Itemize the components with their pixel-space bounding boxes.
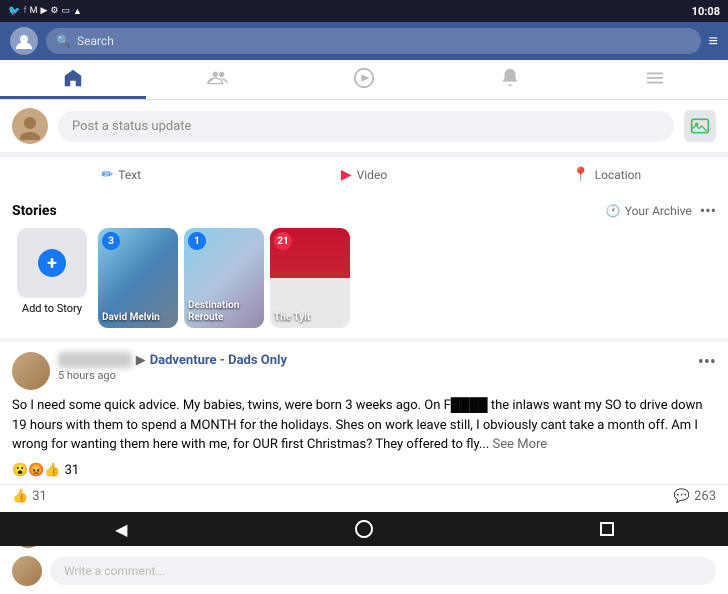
nav-bar: 🔍 Search ≡ — [0, 22, 728, 60]
add-story-circle: + — [17, 228, 87, 298]
post-box: Post a status update — [0, 100, 728, 152]
gmail-icon: M — [30, 6, 38, 16]
story-badge-1: 3 — [102, 232, 120, 250]
youtube-icon: ▶ — [40, 6, 47, 16]
post-stats: 👍 31 💬 263 — [0, 484, 728, 508]
post-arrow: ▶ — [136, 353, 146, 368]
post-header: ████████ ▶ Dadventure - Dads Only 5 hour… — [0, 342, 728, 396]
text-action[interactable]: ✏ Text — [0, 161, 243, 189]
bottom-nav: ◀ — [0, 512, 728, 546]
like-stat[interactable]: 👍 31 — [12, 489, 47, 504]
stories-archive[interactable]: 🕐 Your Archive — [606, 204, 692, 218]
post-username-row: ████████ ▶ Dadventure - Dads Only — [58, 352, 287, 368]
tab-watch[interactable] — [291, 60, 437, 99]
tab-home[interactable] — [0, 60, 146, 99]
reaction-count: 31 — [65, 463, 80, 478]
comment-input-row: Write a comment... — [12, 556, 716, 586]
post-text: So I need some quick advice. My babies, … — [0, 396, 728, 463]
tab-friends[interactable] — [146, 60, 292, 99]
twitter-icon: 🐦 — [8, 6, 20, 17]
facebook-icon: f — [23, 6, 26, 16]
recents-square-icon — [600, 522, 614, 536]
status-time: 10:08 — [692, 5, 720, 18]
location-icon: 📍 — [572, 167, 589, 183]
archive-label: Your Archive — [625, 204, 692, 218]
comment-input-avatar — [12, 556, 42, 586]
story-badge-3: 21 — [274, 232, 292, 250]
menu-icon[interactable]: ≡ — [709, 31, 718, 51]
like-icon: 👍 — [12, 489, 28, 504]
story-david-melvin[interactable]: 3 David Melvin — [98, 228, 178, 328]
nav-avatar[interactable] — [10, 27, 38, 55]
video-icon: ▶ — [341, 167, 352, 183]
tab-notifications[interactable] — [437, 60, 583, 99]
post-input[interactable]: Post a status update — [58, 111, 674, 142]
post-username: ████████ — [58, 352, 132, 368]
story-the-tylt[interactable]: 21 The Tylt — [270, 228, 350, 328]
stories-more-icon[interactable]: ••• — [700, 201, 716, 220]
story-badge-2: 1 — [188, 232, 206, 250]
text-label: Text — [118, 168, 141, 182]
search-icon: 🔍 — [56, 34, 71, 48]
video-action[interactable]: ▶ Video — [243, 161, 486, 189]
post-user-info: ████████ ▶ Dadventure - Dads Only 5 hour… — [58, 352, 287, 382]
story-label-1: David Melvin — [102, 312, 160, 324]
like-count: 31 — [32, 489, 47, 504]
post-group[interactable]: Dadventure - Dads Only — [150, 353, 287, 368]
add-story-label: Add to Story — [22, 302, 82, 315]
stories-row: + Add to Story 3 David Melvin 1 Destinat… — [0, 224, 728, 338]
story-destination-reroute[interactable]: 1 Destination Reroute — [184, 228, 264, 328]
monitor-icon: ▭ — [61, 6, 70, 16]
back-icon: ◀ — [115, 520, 127, 539]
stories-header: Stories 🕐 Your Archive ••• — [0, 193, 728, 224]
post-avatar — [12, 108, 48, 144]
post-actions: ✏ Text ▶ Video 📍 Location — [0, 156, 728, 193]
settings-icon: ⚙ — [50, 6, 58, 16]
tab-bar — [0, 60, 728, 100]
home-button[interactable] — [349, 519, 379, 539]
status-bar: 🐦 f M ▶ ⚙ ▭ ▲ 10:08 — [0, 0, 728, 22]
recents-button[interactable] — [592, 519, 622, 539]
video-label: Video — [357, 168, 388, 182]
search-bar[interactable]: 🔍 Search — [46, 28, 701, 54]
see-more-link[interactable]: See More — [492, 437, 547, 452]
comment-input[interactable]: Write a comment... — [50, 557, 716, 585]
reaction-emojis: 😮😡👍 — [12, 463, 61, 478]
post-more-icon[interactable]: ••• — [698, 352, 716, 373]
back-button[interactable]: ◀ — [106, 519, 136, 539]
comment-icon: 💬 — [674, 489, 690, 504]
stories-section: Stories 🕐 Your Archive ••• + Add to Stor… — [0, 193, 728, 338]
photo-icon[interactable] — [684, 110, 716, 142]
tab-menu[interactable] — [582, 60, 728, 99]
comment-count: 263 — [694, 489, 716, 504]
clock-icon: 🕐 — [606, 204, 621, 218]
plus-icon: + — [38, 249, 66, 277]
post-header-left: ████████ ▶ Dadventure - Dads Only 5 hour… — [12, 352, 287, 390]
story-label-2: Destination Reroute — [188, 300, 264, 324]
home-circle-icon — [355, 520, 373, 538]
add-story[interactable]: + Add to Story — [12, 228, 92, 328]
post-user-avatar — [12, 352, 50, 390]
wifi-icon: ▲ — [73, 6, 82, 17]
post-text-content: So I need some quick advice. My babies, … — [12, 398, 703, 452]
comment-stat[interactable]: 💬 263 — [674, 489, 716, 504]
stories-title: Stories — [12, 203, 57, 219]
post-time: 5 hours ago — [58, 369, 287, 382]
text-icon: ✏ — [102, 167, 114, 183]
post-reactions: 😮😡👍 31 — [0, 463, 728, 484]
search-label: Search — [77, 34, 114, 48]
location-label: Location — [595, 168, 641, 182]
status-icons: 🐦 f M ▶ ⚙ ▭ ▲ — [8, 6, 82, 17]
location-action[interactable]: 📍 Location — [485, 161, 728, 189]
feed-post: ████████ ▶ Dadventure - Dads Only 5 hour… — [0, 342, 728, 594]
story-label-3: The Tylt — [274, 312, 310, 324]
